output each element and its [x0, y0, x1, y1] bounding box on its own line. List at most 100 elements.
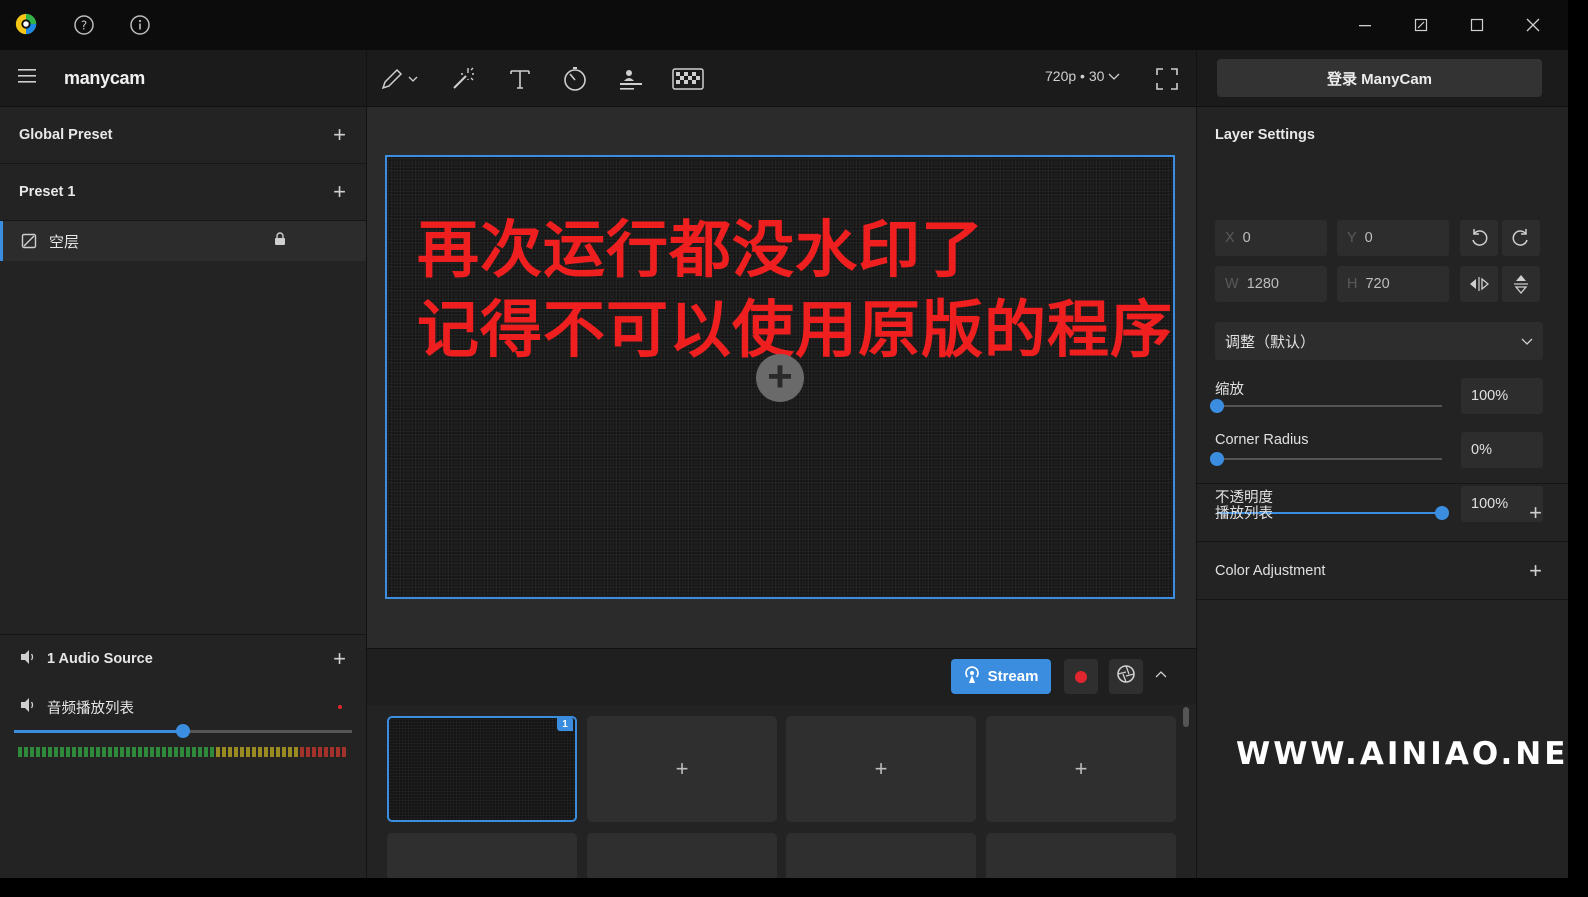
vu-segment	[18, 747, 22, 757]
vu-segment	[48, 747, 52, 757]
lock-icon[interactable]	[274, 232, 286, 250]
lower-thirds-icon[interactable]	[617, 65, 645, 93]
global-preset-row[interactable]: Global Preset +	[0, 107, 366, 164]
vu-segment	[294, 747, 298, 757]
info-icon[interactable]	[128, 13, 152, 37]
timer-icon[interactable]	[561, 65, 589, 93]
hamburger-menu-icon[interactable]	[18, 68, 38, 89]
w-field-key: W	[1225, 276, 1239, 292]
add-playlist-icon[interactable]: +	[1529, 501, 1542, 524]
minimize-icon[interactable]	[1352, 12, 1378, 38]
vu-segment	[132, 747, 136, 757]
preset-slot[interactable]	[786, 833, 976, 878]
add-preset-slot[interactable]: +	[986, 716, 1176, 822]
vu-segment	[180, 747, 184, 757]
flip-horizontal-icon[interactable]	[1460, 266, 1498, 302]
zoom-knob[interactable]	[1210, 399, 1224, 413]
vu-segment	[306, 747, 310, 757]
layer-name: 空层	[49, 233, 80, 251]
maximize-icon[interactable]	[1464, 12, 1490, 38]
vu-segment	[30, 747, 34, 757]
vu-segment	[156, 747, 160, 757]
stream-button[interactable]: Stream	[951, 659, 1051, 694]
preset-1-row[interactable]: Preset 1 +	[0, 164, 366, 221]
vu-segment	[270, 747, 274, 757]
restore-icon[interactable]	[1408, 12, 1434, 38]
vu-segment	[150, 747, 154, 757]
magic-wand-icon[interactable]	[449, 65, 477, 93]
screen-edge	[1568, 0, 1588, 897]
vu-segment	[252, 747, 256, 757]
record-button[interactable]	[1064, 659, 1098, 694]
zoom-value[interactable]: 100%	[1461, 378, 1543, 414]
add-source-button[interactable]: +	[756, 354, 804, 402]
speaker-icon[interactable]	[19, 697, 37, 717]
chevron-up-icon[interactable]	[1155, 665, 1167, 681]
add-color-adjustment-icon[interactable]: +	[1529, 559, 1542, 582]
height-field[interactable]: H 720	[1337, 266, 1449, 302]
width-field[interactable]: W 1280	[1215, 266, 1327, 302]
rotate-right-icon[interactable]	[1502, 220, 1540, 256]
x-position-field[interactable]: X 0	[1215, 220, 1327, 256]
preset-slot[interactable]	[587, 833, 777, 878]
adjust-mode-select[interactable]: 调整（默认）	[1215, 322, 1543, 360]
add-preset-slot[interactable]: +	[786, 716, 976, 822]
y-value: 0	[1364, 230, 1373, 246]
vu-segment	[186, 747, 190, 757]
layer-row[interactable]: 空层	[0, 221, 366, 261]
audio-header-row: 1 Audio Source +	[0, 635, 366, 683]
vu-meter	[18, 747, 348, 757]
preset-slot[interactable]	[986, 833, 1176, 878]
volume-knob[interactable]	[176, 724, 190, 738]
add-preset-slot[interactable]: +	[587, 716, 777, 822]
corner-radius-slider[interactable]	[1210, 452, 1442, 466]
vu-segment	[144, 747, 148, 757]
vu-segment	[138, 747, 142, 757]
add-audio-source-icon[interactable]: +	[333, 648, 346, 670]
vu-segment	[162, 747, 166, 757]
zoom-slider[interactable]	[1210, 399, 1442, 413]
draw-icon[interactable]	[379, 65, 421, 93]
playlist-section[interactable]: 播放列表 +	[1197, 484, 1568, 542]
video-preview[interactable]: 再次运行都没水印了 记得不可以使用原版的程序 +	[385, 155, 1175, 599]
vu-segment	[210, 747, 214, 757]
add-layer-icon[interactable]: +	[333, 181, 346, 203]
login-button[interactable]: 登录 ManyCam	[1217, 59, 1542, 97]
flip-vertical-icon[interactable]	[1502, 266, 1540, 302]
vu-segment	[312, 747, 316, 757]
vu-segment	[72, 747, 76, 757]
audio-volume-slider[interactable]	[14, 724, 352, 738]
vu-segment	[84, 747, 88, 757]
fullscreen-icon[interactable]	[1153, 65, 1181, 93]
rotate-left-icon[interactable]	[1460, 220, 1498, 256]
help-icon[interactable]: ?	[72, 13, 96, 37]
vu-segment	[240, 747, 244, 757]
resolution-select[interactable]: 720p • 30	[1045, 68, 1120, 84]
color-adjustment-section[interactable]: Color Adjustment +	[1197, 542, 1568, 600]
preset-slot[interactable]	[387, 833, 577, 878]
audio-source-count: 1 Audio Source	[47, 651, 153, 667]
vu-segment	[276, 747, 280, 757]
chroma-key-icon[interactable]	[671, 65, 705, 93]
record-icon	[1075, 670, 1087, 683]
vu-segment	[258, 747, 262, 757]
add-global-preset-icon[interactable]: +	[333, 124, 346, 146]
corner-radius-knob[interactable]	[1210, 452, 1224, 466]
snapshot-button[interactable]	[1109, 659, 1143, 694]
vu-segment	[174, 747, 178, 757]
stream-bar: Stream	[367, 648, 1196, 705]
text-icon[interactable]	[506, 65, 534, 93]
audio-active-dot	[338, 705, 342, 709]
preset-thumbnail-1[interactable]: 1	[387, 716, 577, 822]
grid-scrollbar[interactable]	[1183, 707, 1189, 727]
resolution-value: 720p • 30	[1045, 68, 1105, 84]
speaker-icon[interactable]	[19, 649, 37, 669]
vu-segment	[336, 747, 340, 757]
close-icon[interactable]	[1520, 12, 1546, 38]
playlist-label: 播放列表	[1215, 506, 1273, 522]
corner-radius-value[interactable]: 0%	[1461, 432, 1543, 468]
vu-segment	[78, 747, 82, 757]
broadcast-icon	[964, 665, 980, 688]
chevron-down-icon	[1108, 68, 1120, 84]
y-position-field[interactable]: Y 0	[1337, 220, 1449, 256]
